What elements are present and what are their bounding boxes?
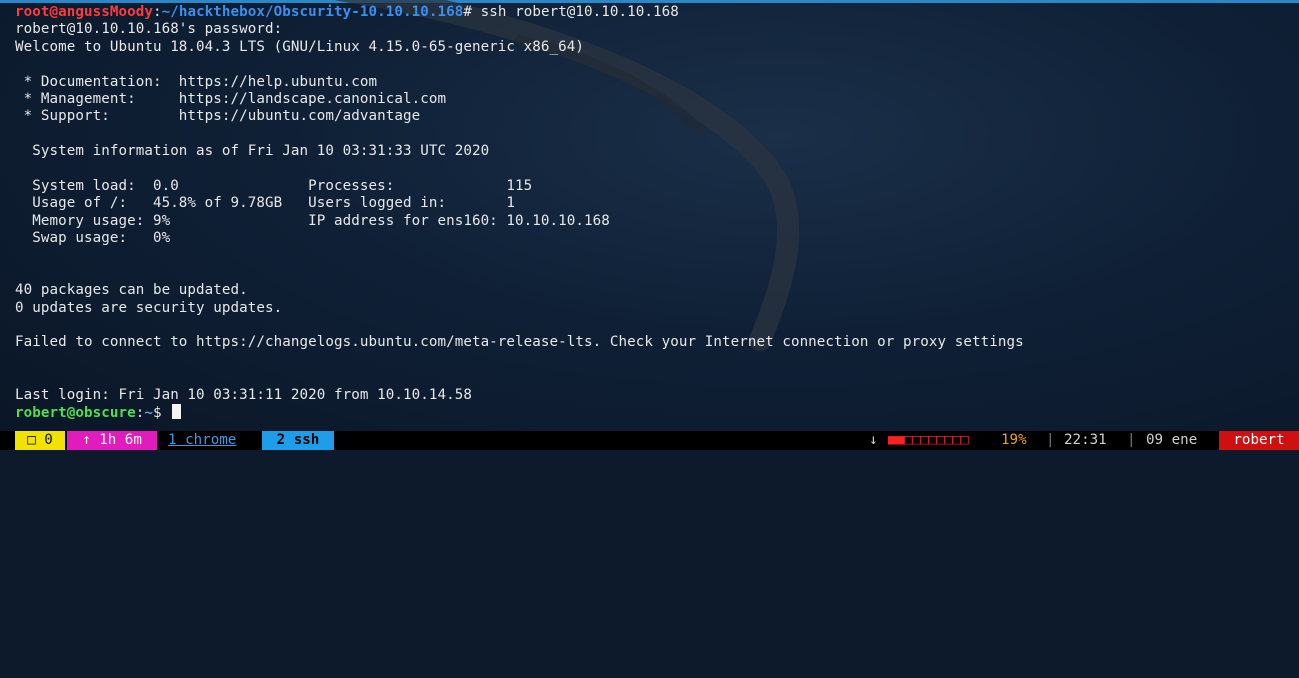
- support-line: * Support: https://ubuntu.com/advantage: [15, 108, 421, 125]
- prompt-path: ~/hackthebox/Obscurity-10.10.10.168: [161, 4, 464, 20]
- system-info-line: System information as of Fri Jan 10 03:3…: [15, 143, 490, 160]
- status-separator: |: [1046, 432, 1055, 448]
- memory-usage-line: Memory usage: 9% IP address for ens160: …: [15, 212, 610, 229]
- text-cursor: [172, 403, 182, 419]
- meter-empty: □□□□□□□□: [904, 432, 969, 448]
- user-prompt-line[interactable]: robert@obscure:~$: [15, 403, 1299, 421]
- status-separator: |: [1127, 432, 1136, 448]
- management-line: * Management: https://landscape.canonica…: [15, 90, 447, 107]
- connection-failed-line: Failed to connect to https://changelogs.…: [15, 334, 1024, 351]
- clock-time: 22:31: [1064, 432, 1107, 448]
- root-prompt-line: root@angussMoody:~/hackthebox/Obscurity-…: [15, 4, 1299, 21]
- prompt-separator: :: [152, 4, 162, 20]
- security-updates-line: 0 updates are security updates.: [15, 299, 283, 316]
- cpu-percent: 19%: [1001, 432, 1027, 448]
- prompt-path: ~: [144, 404, 153, 421]
- uptime-indicator: ↑ 1h 6m: [67, 431, 157, 450]
- cpu-meter: ■■□□□□□□□□: [888, 431, 969, 450]
- window-tab-ssh[interactable]: 2 ssh: [262, 431, 334, 450]
- down-arrow-icon: ↓: [869, 432, 878, 448]
- password-line: robert@10.10.10.168's password:: [15, 21, 283, 38]
- documentation-line: * Documentation: https://help.ubuntu.com: [15, 73, 378, 90]
- session-indicator[interactable]: □ 0: [15, 431, 65, 450]
- clock-date: 09 ene: [1146, 432, 1198, 448]
- meter-filled: ■■: [888, 432, 905, 448]
- swap-usage-line: Swap usage: 0%: [15, 230, 171, 247]
- window-tab-chrome[interactable]: 1 chrome: [168, 431, 236, 450]
- current-user-badge: robert: [1219, 431, 1299, 450]
- welcome-line: Welcome to Ubuntu 18.04.3 LTS (GNU/Linux…: [15, 38, 585, 55]
- prompt-symbol: #: [463, 4, 481, 20]
- tmux-status-bar: □ 0 ↑ 1h 6m 1 chrome 2 ssh ↓ ■■□□□□□□□□ …: [0, 431, 1299, 450]
- terminal-output[interactable]: root@angussMoody:~/hackthebox/Obscurity-…: [0, 4, 1299, 430]
- packages-line: 40 packages can be updated.: [15, 282, 248, 299]
- ssh-command: ssh robert@10.10.10.168: [480, 4, 679, 20]
- prompt-symbol: $: [152, 404, 171, 421]
- last-login-line: Last login: Fri Jan 10 03:31:11 2020 fro…: [15, 386, 472, 403]
- disk-usage-line: Usage of /: 45.8% of 9.78GB Users logged…: [15, 195, 516, 212]
- system-load-line: System load: 0.0 Processes: 115: [15, 177, 533, 194]
- prompt-user-host: robert@obscure: [15, 404, 136, 421]
- prompt-user-host: root@angussMoody: [15, 4, 153, 20]
